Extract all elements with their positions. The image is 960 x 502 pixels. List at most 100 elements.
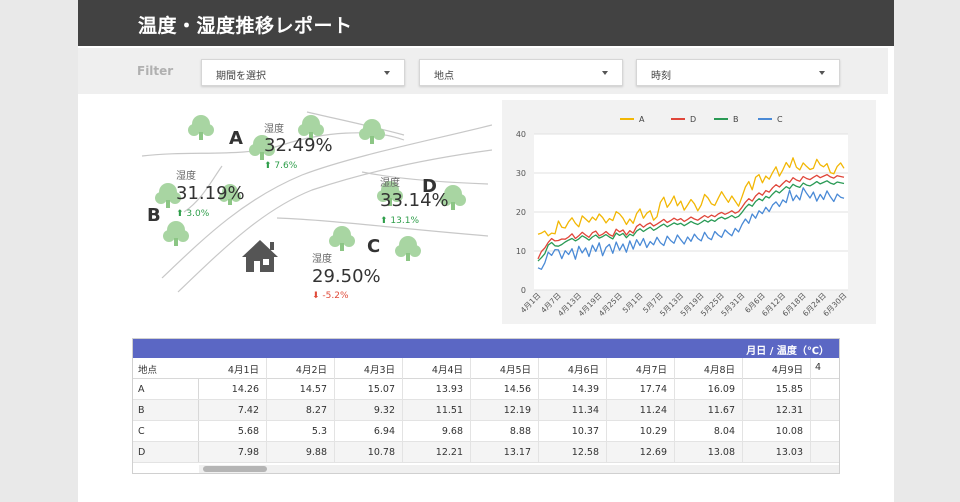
chart-svg: 0102030404月1日4月7日4月13日4月19日4月25日5月1日5月7日… xyxy=(516,115,849,318)
table-cell: 13.93 xyxy=(435,384,463,395)
period-select-dropdown[interactable]: 期間を選択 xyxy=(201,59,405,86)
table-cell: 12.19 xyxy=(503,405,531,416)
change-value: 13.1% xyxy=(390,216,420,226)
column-divider xyxy=(606,358,607,462)
dropdown-label: 地点 xyxy=(434,71,454,82)
table-title: 月日 / 温度（℃） xyxy=(746,346,829,357)
humidity-caption: 湿度 xyxy=(176,171,196,182)
humidity-caption: 湿度 xyxy=(380,178,400,189)
row-header-label: 地点 xyxy=(138,365,158,376)
table-cell: 5.3 xyxy=(311,426,327,437)
humidity-caption: 湿度 xyxy=(312,254,332,265)
table-cell: 13.08 xyxy=(707,447,735,458)
x-tick-label: 5月1日 xyxy=(621,291,645,315)
column-divider xyxy=(538,358,539,462)
column-header: 4月4日 xyxy=(431,365,463,376)
column-divider xyxy=(402,358,403,462)
table-cell: 13.03 xyxy=(775,447,803,458)
table-cell: 14.56 xyxy=(503,384,531,395)
table-title-bar: 月日 / 温度（℃） xyxy=(133,339,839,358)
table-cell: 9.32 xyxy=(373,405,395,416)
temperature-table[interactable]: 月日 / 温度（℃） 地点 4月1日 4月2日 4月3日 4月4日 4月5日 4月6日 4月7… xyxy=(132,338,840,474)
column-divider xyxy=(742,358,743,462)
table-cell: 7.98 xyxy=(237,447,259,458)
arrow-down-icon: ⬇ xyxy=(312,291,320,301)
page-title: 温度・湿度推移レポート xyxy=(138,15,353,37)
table-cell: 11.34 xyxy=(571,405,599,416)
table-cell: 8.88 xyxy=(509,426,531,437)
table-row: D 7.98 9.88 10.78 12.21 13.17 12.58 12.69 13.08 1… xyxy=(133,442,839,463)
column-header: 4月6日 xyxy=(567,365,599,376)
table-cell: 17.74 xyxy=(639,384,667,395)
row-label: A xyxy=(138,384,145,395)
change-value: 3.0% xyxy=(186,209,210,219)
table-cell: 12.58 xyxy=(571,447,599,458)
header-bar: 温度・湿度推移レポート xyxy=(78,0,894,46)
table-cell: 10.78 xyxy=(367,447,395,458)
row-label-cell: C xyxy=(133,421,199,441)
y-tick-label: 20 xyxy=(516,208,526,217)
humidity-change-c: ⬇ -5.2% xyxy=(312,291,349,301)
table-row: A 14.26 14.57 15.07 13.93 14.56 14.39 17.74 16.0… xyxy=(133,379,839,400)
location-select-dropdown[interactable]: 地点 xyxy=(419,59,623,86)
caret-down-icon xyxy=(384,71,390,75)
arrow-up-icon: ⬆ xyxy=(380,216,388,226)
row-label: C xyxy=(138,426,145,437)
change-value: -5.2% xyxy=(322,291,349,301)
table-cell: 10.08 xyxy=(775,426,803,437)
legend-label: D xyxy=(690,115,696,124)
scrollbar-thumb[interactable] xyxy=(203,466,267,472)
caret-down-icon xyxy=(602,71,608,75)
table-cell: 6.94 xyxy=(373,426,395,437)
table-cell: 10.37 xyxy=(571,426,599,437)
column-header: 4月7日 xyxy=(635,365,667,376)
row-label-cell: A xyxy=(133,379,199,399)
column-divider xyxy=(334,358,335,462)
column-divider xyxy=(470,358,471,462)
row-label-cell: D xyxy=(133,442,199,462)
arrow-up-icon: ⬆ xyxy=(176,209,184,219)
humidity-change-d: ⬆ 13.1% xyxy=(380,216,419,226)
table-header-row: 地点 4月1日 4月2日 4月3日 4月4日 4月5日 4月6日 4月7日 4月8日 4月9日 4 xyxy=(133,358,839,379)
table-cell: 12.31 xyxy=(775,405,803,416)
table-cell: 5.68 xyxy=(237,426,259,437)
legend-label: A xyxy=(639,115,645,124)
humidity-value-d: 33.14% xyxy=(380,190,449,211)
table-cell: 10.29 xyxy=(639,426,667,437)
column-divider xyxy=(810,358,811,462)
column-header: 4月3日 xyxy=(363,365,395,376)
humidity-caption: 湿度 xyxy=(264,124,284,135)
table-cell: 12.21 xyxy=(435,447,463,458)
time-select-dropdown[interactable]: 時刻 xyxy=(636,59,840,86)
location-label-b: B xyxy=(147,205,161,226)
dropdown-label: 期間を選択 xyxy=(216,71,266,82)
column-header: 4月8日 xyxy=(703,365,735,376)
legend-label: B xyxy=(733,115,739,124)
table-cell: 11.51 xyxy=(435,405,463,416)
column-header: 4月2日 xyxy=(295,365,327,376)
table-cell: 8.27 xyxy=(305,405,327,416)
filter-label: Filter xyxy=(137,64,174,78)
table-cell: 16.09 xyxy=(707,384,735,395)
y-tick-label: 30 xyxy=(516,169,526,178)
caret-down-icon xyxy=(819,71,825,75)
table-cell: 13.17 xyxy=(503,447,531,458)
y-tick-label: 10 xyxy=(516,247,526,256)
column-divider xyxy=(674,358,675,462)
humidity-value-b: 31.19% xyxy=(176,183,245,204)
row-label-cell: B xyxy=(133,400,199,420)
humidity-value-c: 29.50% xyxy=(312,266,381,287)
column-header: 4 xyxy=(815,362,822,373)
table-cell: 11.24 xyxy=(639,405,667,416)
location-label-c: C xyxy=(367,236,381,257)
horizontal-scrollbar[interactable] xyxy=(199,465,839,473)
table-row: C 5.68 5.3 6.94 9.68 8.88 10.37 10.29 8.04 10.08 xyxy=(133,421,839,442)
legend-label: C xyxy=(777,115,783,124)
location-label-a: A xyxy=(229,128,243,149)
arrow-up-icon: ⬆ xyxy=(264,161,272,171)
table-cell: 14.57 xyxy=(299,384,327,395)
row-label: B xyxy=(138,405,145,416)
table-cell: 7.42 xyxy=(237,405,259,416)
temperature-line-chart: 0 10 20 30 40 4月1日 4月7日 4月13日 4月19日 4月25日 5月1日 5月7日… xyxy=(502,100,876,324)
row-label: D xyxy=(138,447,146,458)
